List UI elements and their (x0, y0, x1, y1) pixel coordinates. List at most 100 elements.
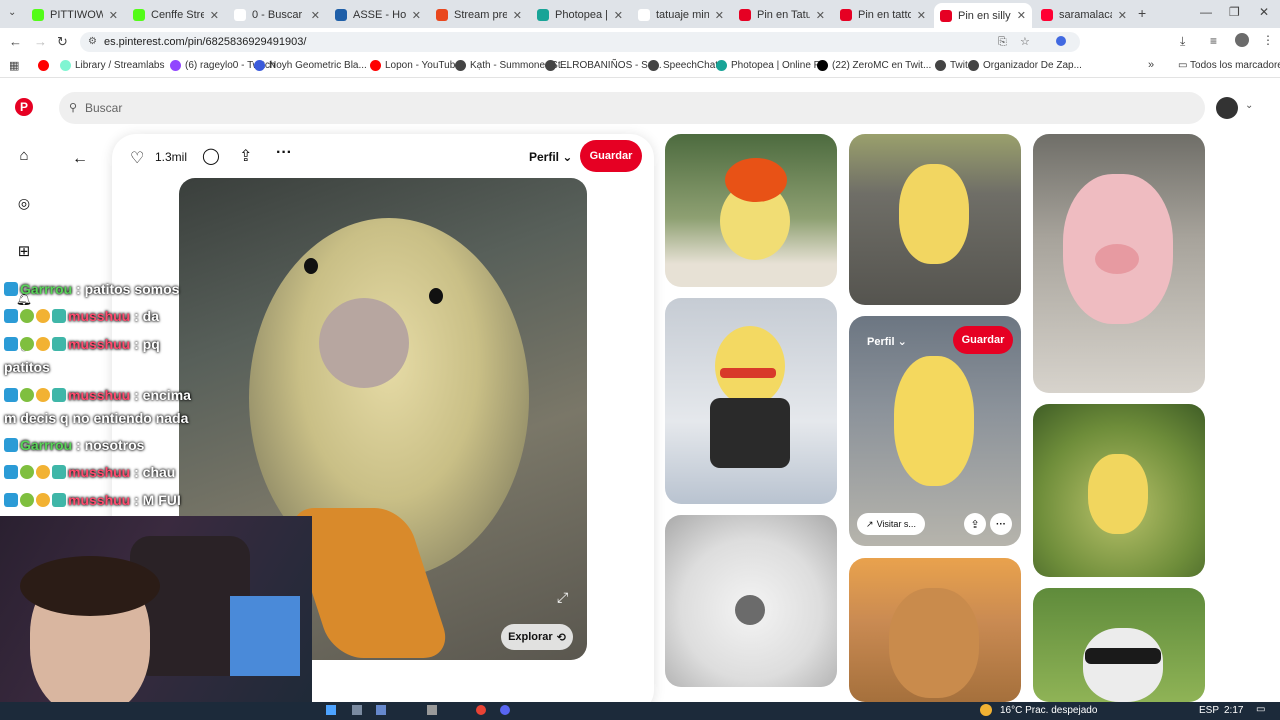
tab-close-icon[interactable]: ✕ (210, 9, 219, 22)
all-bookmarks-folder[interactable]: ▭ Todos los marcadores (1178, 60, 1280, 71)
expand-icon[interactable]: ⤢ (557, 589, 568, 606)
browser-tab[interactable]: ASSE - Hospit ✕ (329, 4, 427, 26)
hover-share-icon[interactable]: ⇪ (964, 513, 986, 535)
apps-grid-icon[interactable]: ▦ (9, 59, 19, 72)
comment-icon[interactable]: ◯ (202, 146, 220, 166)
menu-icon[interactable]: ⋮ (1262, 33, 1274, 47)
pin-piglet[interactable] (1033, 134, 1205, 393)
hover-more-icon[interactable]: ··· (990, 513, 1012, 535)
hover-save-button[interactable]: Guardar (953, 326, 1013, 354)
forward-icon[interactable]: → (34, 34, 47, 49)
tab-close-icon[interactable]: ✕ (917, 9, 926, 22)
address-bar[interactable]: ⚙ es.pinterest.com/pin/6825836929491903/… (80, 32, 1080, 52)
browser-tab[interactable]: saramalacara ✕ (1035, 4, 1133, 26)
tab-close-icon[interactable]: ✕ (1118, 9, 1127, 22)
tab-close-icon[interactable]: ✕ (1017, 9, 1026, 22)
home-icon[interactable]: ⌂ (14, 145, 34, 165)
bookmark-favicon-icon (254, 60, 265, 71)
clock[interactable]: 2:17 (1224, 705, 1243, 716)
restore-icon[interactable]: ❐ (1229, 5, 1240, 19)
bookmark-item[interactable]: Library / Streamlabs (60, 60, 164, 71)
back-icon[interactable]: ← (9, 34, 22, 49)
save-button[interactable]: Guardar (580, 140, 642, 172)
tab-close-icon[interactable]: ✕ (513, 9, 522, 22)
bookmark-item[interactable]: Photopea | Online P... (716, 60, 827, 71)
browser-tab[interactable]: Stream prefere ✕ (430, 4, 528, 26)
search-input[interactable]: ⚲ Buscar (59, 92, 1205, 124)
bookmark-item[interactable]: SpeechChat (648, 60, 718, 71)
visit-site-button[interactable]: ↗ Visitar s... (857, 513, 925, 535)
back-arrow-icon[interactable]: ← (72, 150, 88, 168)
pin-duckling-road[interactable] (849, 134, 1021, 305)
bookmark-item[interactable]: Organizador De Zap... (968, 60, 1082, 71)
browser-tab[interactable]: Pin en tattoo ✕ (834, 4, 932, 26)
chat-text: : M FUI (134, 492, 181, 508)
chat-message: Garrrou : patitos somos (4, 281, 179, 297)
hover-profile-dropdown[interactable]: Perfil ⌄ (867, 335, 907, 348)
browser-tab[interactable]: PITTIWOW ✕ (26, 4, 124, 26)
share-icon[interactable]: ⇪ (239, 146, 252, 166)
tab-close-icon[interactable]: ✕ (816, 9, 825, 22)
explore-icon[interactable]: ◎ (14, 193, 34, 213)
user-avatar[interactable] (1216, 97, 1238, 119)
start-icon[interactable] (326, 705, 336, 715)
bookmark-star-icon[interactable]: ☆ (1020, 32, 1030, 52)
media-icon[interactable]: ≡ (1210, 34, 1217, 48)
notification-center-icon[interactable]: ▭ (1256, 704, 1265, 715)
like-heart-icon[interactable]: ♡ (130, 148, 144, 168)
browser-tab[interactable]: 0 - Buscar con ✕ (228, 4, 326, 26)
chat-badge-icon (36, 388, 50, 402)
bookmark-item[interactable]: (22) ZeroMC en Twit... (817, 60, 931, 71)
pin-hedgehog[interactable] (665, 515, 837, 687)
new-tab-button[interactable]: + (1138, 5, 1146, 21)
bookmark-item[interactable]: ELROBANIÑOS - Su... (545, 60, 662, 71)
taskbar-app-icon[interactable] (376, 705, 386, 715)
site-info-icon[interactable]: ⚙ (88, 32, 97, 52)
tab-title: 0 - Buscar con (252, 9, 305, 21)
pin-duckling-hovered[interactable]: Perfil ⌄ Guardar ↗ Visitar s... ⇪ ··· (849, 316, 1021, 546)
more-options-icon[interactable]: ··· (276, 144, 292, 162)
language-indicator[interactable]: ESP (1199, 705, 1219, 716)
install-icon[interactable]: ⎘ (998, 32, 1007, 52)
chat-username: musshuu (68, 464, 131, 480)
download-icon[interactable]: ⤓ (1180, 34, 1185, 49)
chat-badge-icon (52, 388, 66, 402)
bookmark-item[interactable]: Lopon - YouTube (370, 60, 461, 71)
bookmark-item[interactable]: Noyh Geometric Bla... (254, 60, 367, 71)
pin-cat-sunglasses[interactable] (1033, 588, 1205, 702)
browser-tab[interactable]: Photopea | On ✕ (531, 4, 629, 26)
chat-username: musshuu (68, 387, 131, 403)
tab-close-icon[interactable]: ✕ (109, 9, 118, 22)
discord-taskbar-icon[interactable] (500, 705, 510, 715)
taskbar-app-icon[interactable] (427, 705, 437, 715)
profile-avatar-icon[interactable] (1235, 33, 1249, 47)
pin-duckling-flowers[interactable] (1033, 404, 1205, 577)
browser-tab[interactable]: Pin en Tatuaje ✕ (733, 4, 831, 26)
pin-duckling-sunglasses[interactable] (665, 298, 837, 504)
tab-search-icon[interactable]: ⌄ (8, 7, 16, 18)
pin-duckling-red-hat[interactable] (665, 134, 837, 287)
close-window-icon[interactable]: ✕ (1259, 5, 1269, 19)
explore-button[interactable]: Explorar ⟲ (501, 624, 573, 650)
create-icon[interactable]: ⊞ (14, 241, 34, 261)
account-chevron-icon[interactable]: ⌄ (1245, 100, 1253, 111)
chat-badge-icon (4, 309, 18, 323)
tab-close-icon[interactable]: ✕ (412, 9, 421, 22)
browser-tab[interactable]: Pin en silly ani ✕ (934, 3, 1032, 28)
tab-close-icon[interactable]: ✕ (311, 9, 320, 22)
chat-badge-icon (20, 309, 34, 323)
tab-close-icon[interactable]: ✕ (715, 9, 724, 22)
minimize-icon[interactable]: — (1200, 5, 1212, 19)
more-bookmarks-icon[interactable]: » (1148, 59, 1154, 71)
pin-chipmunk[interactable] (849, 558, 1021, 702)
browser-tab[interactable]: tatuaje minecr ✕ (632, 4, 730, 26)
profile-dropdown[interactable]: Perfil ⌄ (529, 150, 572, 164)
tab-close-icon[interactable]: ✕ (614, 9, 623, 22)
chrome-taskbar-icon[interactable] (476, 705, 486, 715)
pinterest-logo-icon[interactable]: P (14, 97, 34, 117)
browser-tab[interactable]: Cenffe Stream ✕ (127, 4, 225, 26)
extension-icon[interactable] (1056, 36, 1066, 46)
bookmark-item[interactable] (38, 60, 53, 71)
reload-icon[interactable]: ↻ (57, 34, 68, 50)
taskbar-app-icon[interactable] (352, 705, 362, 715)
